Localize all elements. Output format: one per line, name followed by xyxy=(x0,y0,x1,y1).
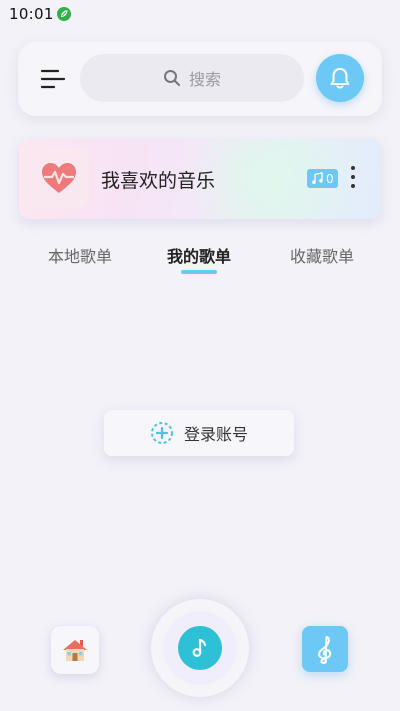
add-circle-icon xyxy=(150,422,173,444)
play-button-ring xyxy=(151,599,249,697)
status-bar: 10:01 xyxy=(0,0,400,28)
play-button-inner xyxy=(163,611,237,685)
notification-button[interactable] xyxy=(316,54,364,102)
favorite-music-card[interactable]: 我喜欢的音乐 0 xyxy=(19,139,381,219)
music-library-button[interactable] xyxy=(302,626,348,672)
active-tab-indicator xyxy=(181,270,217,274)
search-placeholder: 搜索 xyxy=(188,70,221,89)
tab-collected-playlists[interactable]: 收藏歌单 xyxy=(290,243,354,267)
more-vertical-icon[interactable] xyxy=(349,166,357,192)
menu-icon[interactable] xyxy=(40,68,66,90)
header-bar: 搜索 xyxy=(18,42,382,116)
treble-clef-icon xyxy=(318,636,332,664)
song-count-badge: 0 xyxy=(307,169,338,188)
bell-icon xyxy=(330,68,350,89)
favorite-music-title: 我喜欢的音乐 xyxy=(101,170,216,192)
music-note-icon xyxy=(192,638,207,657)
login-button[interactable]: 登录账号 xyxy=(104,410,294,456)
tab-local-playlists[interactable]: 本地歌单 xyxy=(48,243,112,267)
heart-tile xyxy=(29,148,89,208)
house-icon xyxy=(63,640,87,661)
playlist-tabs: 本地歌单 我的歌单 收藏歌单 xyxy=(0,243,400,283)
status-time: 10:01 xyxy=(9,5,54,23)
green-leaf-icon xyxy=(57,7,71,21)
search-input[interactable]: 搜索 xyxy=(80,54,304,102)
song-count: 0 xyxy=(326,171,334,186)
play-button[interactable] xyxy=(178,626,222,670)
home-button[interactable] xyxy=(51,626,99,674)
login-label: 登录账号 xyxy=(183,425,248,444)
music-note-icon xyxy=(312,172,323,184)
heart-pulse-icon xyxy=(42,163,76,193)
tab-my-playlists[interactable]: 我的歌单 xyxy=(167,243,231,267)
search-icon xyxy=(163,70,180,86)
